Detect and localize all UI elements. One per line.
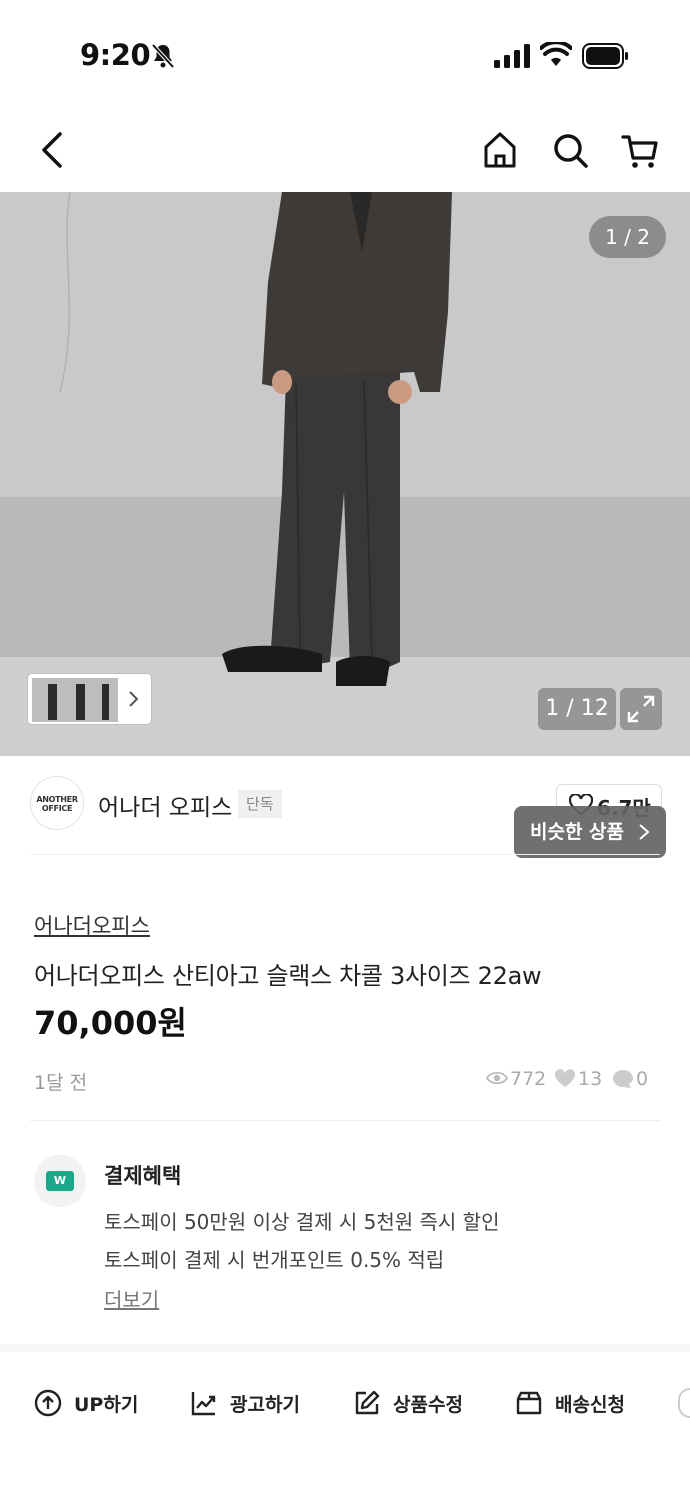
top-nav-bar bbox=[0, 110, 690, 192]
shop-name[interactable]: 어나더 오피스 bbox=[98, 788, 232, 822]
image-count: 1 / 12 bbox=[538, 688, 616, 730]
thumbnail-image[interactable] bbox=[32, 678, 118, 722]
expand-icon bbox=[627, 695, 655, 723]
trend-chart-icon bbox=[191, 1392, 216, 1416]
likes-count: 13 bbox=[578, 1068, 603, 1090]
wifi-icon bbox=[540, 42, 572, 66]
signal-icon bbox=[494, 44, 530, 68]
product-stats: 772 13 0 bbox=[486, 1066, 656, 1092]
similar-products-button[interactable]: 비슷한 상품 bbox=[514, 806, 666, 858]
bell-muted-icon bbox=[151, 43, 175, 69]
chevron-right-icon bbox=[129, 691, 139, 707]
payment-benefit-icon: W bbox=[34, 1155, 86, 1207]
shop-logo-text: ANOTHER OFFICE bbox=[36, 795, 78, 813]
divider bbox=[30, 1120, 660, 1121]
posted-time: 1달 전 bbox=[34, 1072, 88, 1094]
thumbnail-strip[interactable] bbox=[28, 674, 151, 724]
status-bar: 9:20 bbox=[0, 0, 690, 110]
photo-page-indicator: 1 / 2 bbox=[589, 216, 666, 258]
product-photo bbox=[0, 192, 690, 756]
brand-link[interactable]: 어나더오피스 bbox=[34, 910, 150, 940]
home-icon[interactable] bbox=[480, 128, 520, 172]
up-button-label: UP하기 bbox=[74, 1394, 139, 1416]
payment-benefit-line: 토스페이 50만원 이상 결제 시 5천원 즉시 할인 bbox=[104, 1210, 500, 1234]
product-price: 70,000원 bbox=[34, 1004, 187, 1042]
status-time: 9:20 bbox=[80, 38, 151, 72]
shop-logo[interactable]: ANOTHER OFFICE bbox=[30, 776, 84, 830]
eye-icon bbox=[486, 1071, 508, 1085]
search-icon[interactable] bbox=[550, 128, 590, 172]
similar-products-label: 비슷한 상품 bbox=[530, 821, 625, 843]
payment-benefit-title: 결제혜택 bbox=[104, 1164, 182, 1188]
chevron-right-icon bbox=[639, 824, 650, 840]
wallet-card-icon: W bbox=[46, 1171, 74, 1191]
back-arrow-icon[interactable] bbox=[34, 128, 74, 172]
exclusive-badge: 단독 bbox=[238, 790, 282, 818]
arrow-up-circle-icon bbox=[34, 1389, 62, 1417]
more-action-peek[interactable] bbox=[678, 1388, 690, 1418]
request-shipping-button-label: 배송신청 bbox=[555, 1394, 625, 1416]
expand-button[interactable] bbox=[620, 688, 662, 730]
chat-bubble-icon bbox=[613, 1070, 633, 1088]
cart-icon[interactable] bbox=[620, 128, 660, 172]
heart-icon bbox=[554, 1069, 576, 1088]
advertise-button-label: 광고하기 bbox=[230, 1394, 300, 1416]
product-image-gallery[interactable]: 1 / 2 1 / 12 bbox=[0, 192, 690, 756]
comments-count: 0 bbox=[636, 1068, 649, 1090]
shop-row: ANOTHER OFFICE 어나더 오피스 단독 6.7만 비슷한 상품 bbox=[0, 756, 690, 858]
box-icon bbox=[516, 1391, 542, 1415]
edit-icon bbox=[355, 1390, 380, 1415]
divider bbox=[30, 854, 660, 855]
views-count: 772 bbox=[510, 1068, 547, 1090]
payment-benefit-line: 토스페이 결제 시 번개포인트 0.5% 적립 bbox=[104, 1248, 445, 1272]
edit-product-button-label: 상품수정 bbox=[393, 1394, 463, 1416]
seller-action-bar: UP하기 광고하기 상품수정 배송신청 bbox=[0, 1344, 690, 1444]
more-link[interactable]: 더보기 bbox=[104, 1284, 159, 1313]
product-title: 어나더오피스 산티아고 슬랙스 차콜 3사이즈 22aw bbox=[34, 962, 542, 990]
battery-icon bbox=[582, 43, 628, 69]
